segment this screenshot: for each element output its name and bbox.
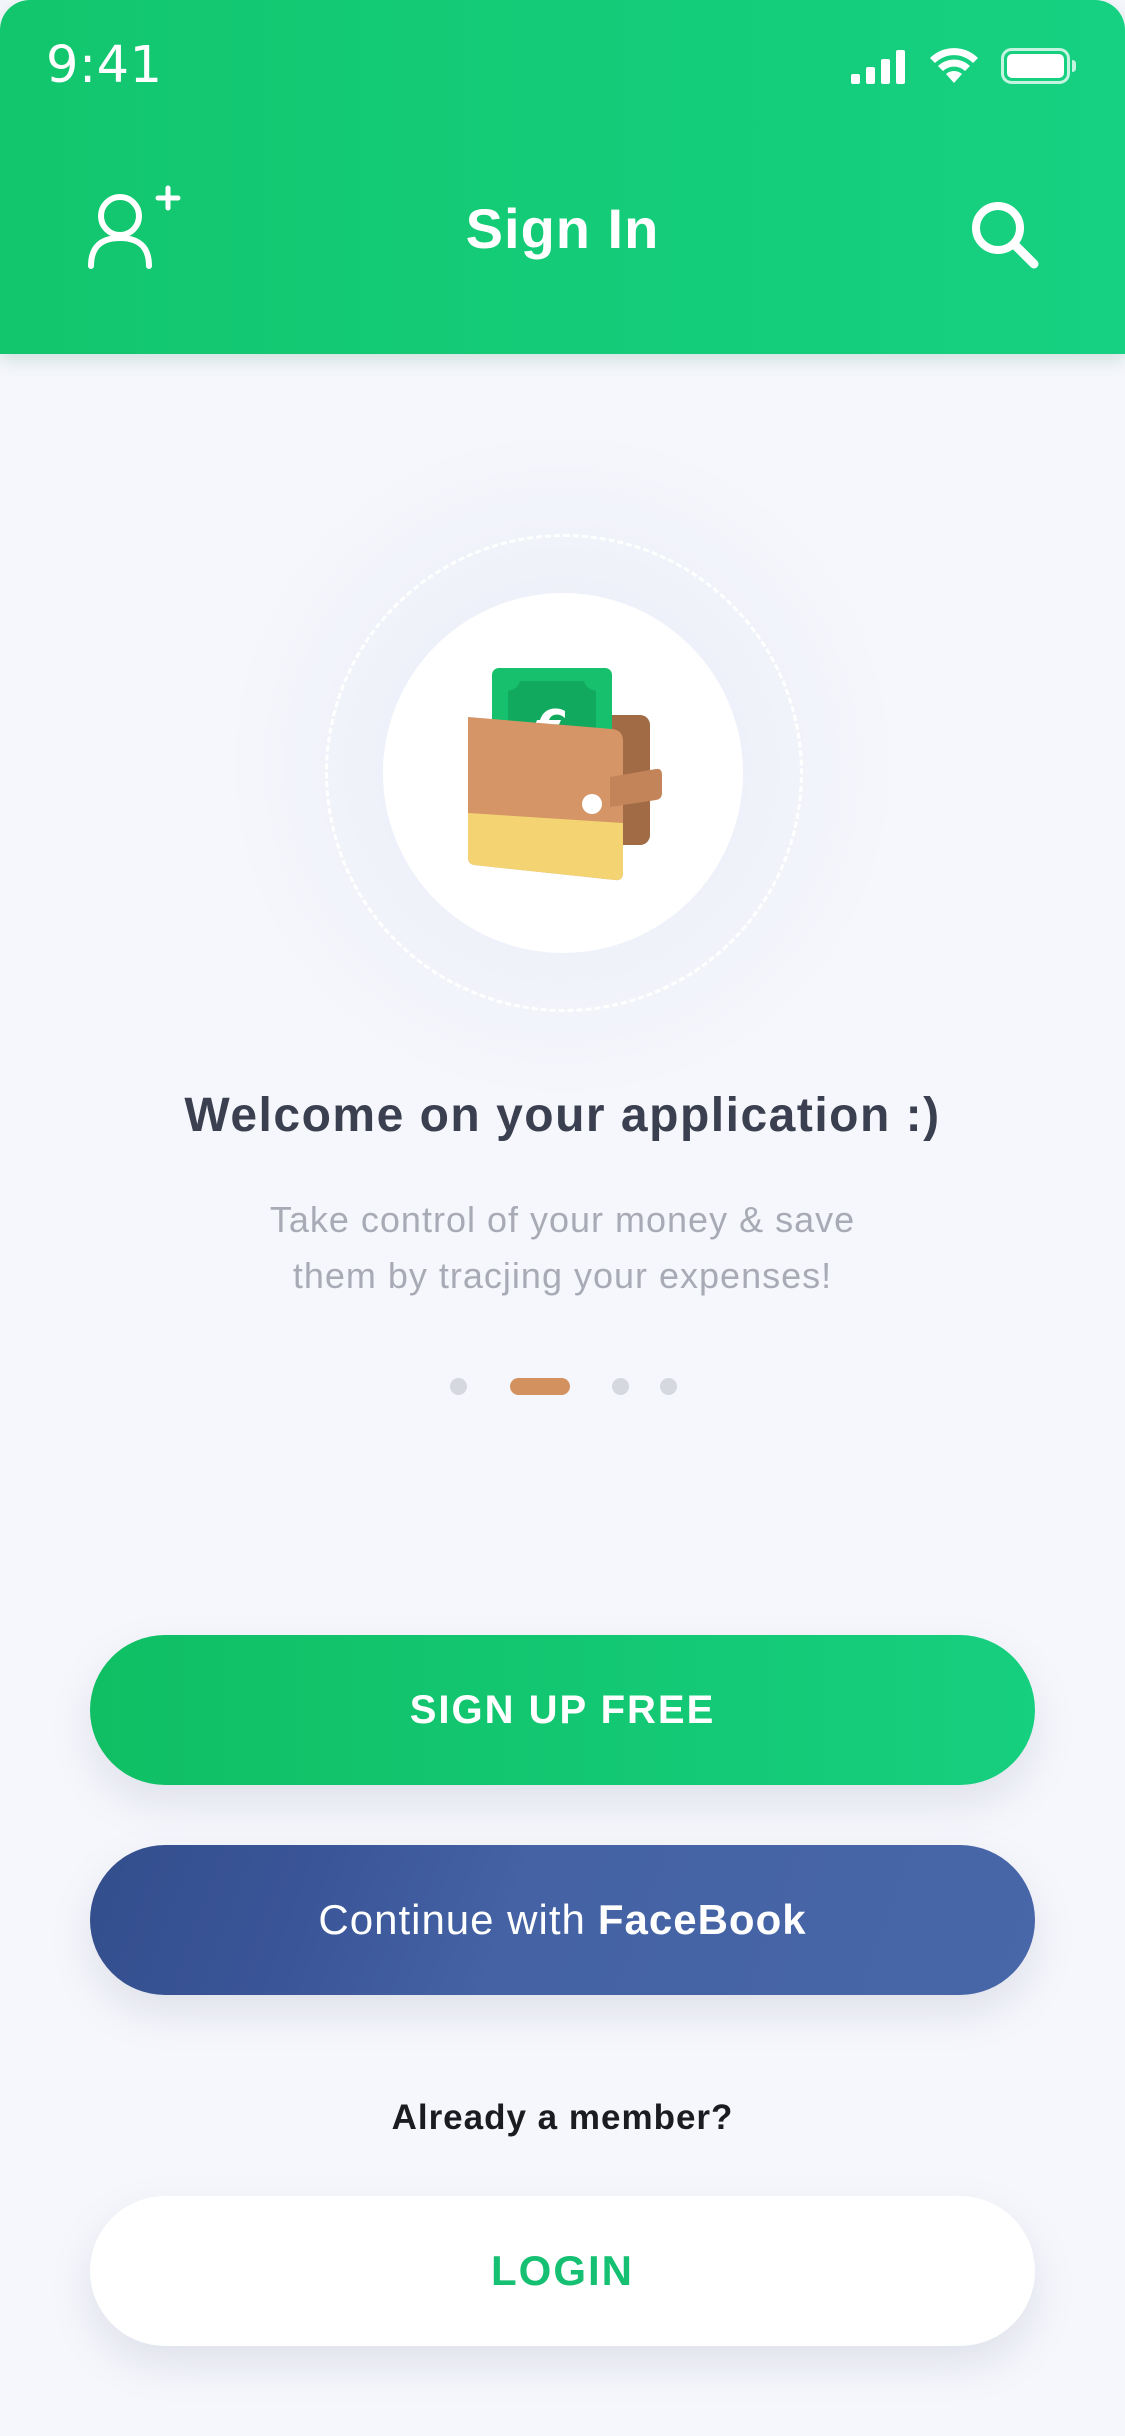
sign-up-label: SIGN UP FREE — [409, 1687, 716, 1732]
welcome-subtitle: Take control of your money & save them b… — [240, 1192, 885, 1304]
page-dot-4[interactable] — [660, 1378, 677, 1395]
wifi-icon — [930, 48, 978, 83]
wallet-icon: € — [468, 668, 662, 881]
status-icons — [851, 44, 1077, 84]
signal-icon — [851, 50, 905, 84]
search-button[interactable] — [966, 196, 1046, 276]
facebook-brand-label: FaceBook — [597, 1896, 807, 1943]
sign-up-free-button[interactable]: SIGN UP FREE — [90, 1635, 1035, 1785]
login-button[interactable]: LOGIN — [90, 2196, 1035, 2346]
facebook-prefix-label: Continue with — [318, 1896, 586, 1943]
page-dot-1[interactable] — [450, 1378, 467, 1395]
welcome-subtitle-line-2: them by tracjing your expenses! — [292, 1255, 833, 1296]
battery-icon — [1001, 48, 1076, 84]
page-dot-3[interactable] — [612, 1378, 629, 1395]
page-indicator — [0, 1376, 1125, 1396]
continue-with-facebook-button[interactable]: Continue with FaceBook — [90, 1845, 1035, 1995]
page-dot-2-active[interactable] — [510, 1378, 570, 1395]
welcome-title: Welcome on your application :) — [184, 1089, 941, 1142]
status-time: 9:41 — [46, 36, 163, 95]
login-label: LOGIN — [491, 2247, 634, 2294]
welcome-subtitle-line-1: Take control of your money & save — [269, 1199, 856, 1240]
page-title: Sign In — [465, 197, 660, 260]
search-icon — [972, 202, 1039, 269]
app-header: 9:41 Sign In — [0, 0, 1125, 354]
already-member-prompt: Already a member? — [391, 2098, 734, 2137]
